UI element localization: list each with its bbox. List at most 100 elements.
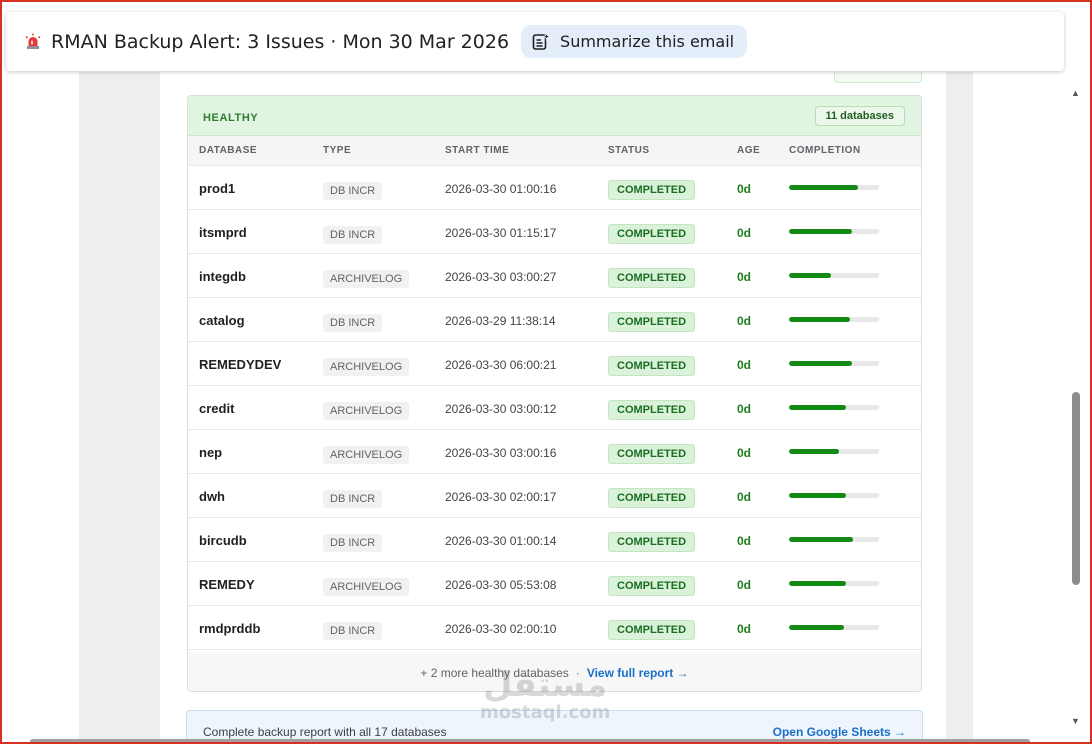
completion-bar bbox=[789, 625, 879, 630]
start-time: 2026-03-30 01:00:14 bbox=[445, 534, 557, 548]
healthy-section: HEALTHY 11 databases DATABASE TYPE START… bbox=[187, 95, 922, 692]
completion-bar-fill bbox=[789, 449, 840, 454]
backup-type-tag: DB INCR bbox=[323, 226, 383, 244]
column-header-database: DATABASE bbox=[199, 145, 258, 156]
start-time: 2026-03-30 03:00:12 bbox=[445, 402, 557, 416]
completion-bar bbox=[789, 273, 879, 278]
completion-bar-fill bbox=[789, 185, 859, 190]
completion-bar bbox=[789, 317, 879, 322]
status-badge: COMPLETED bbox=[608, 224, 696, 244]
column-header-age: AGE bbox=[737, 145, 761, 156]
completion-bar bbox=[789, 449, 879, 454]
status-badge: COMPLETED bbox=[608, 488, 696, 508]
completion-bar bbox=[789, 405, 879, 410]
age-value: 0d bbox=[737, 622, 752, 636]
completion-bar-fill bbox=[789, 317, 851, 322]
table-row: catalog DB INCR 2026-03-29 11:38:14 COMPLET… bbox=[188, 298, 921, 342]
healthy-section-header: HEALTHY 11 databases bbox=[188, 96, 921, 136]
open-google-sheets-link[interactable]: Open Google Sheets → bbox=[773, 725, 906, 739]
status-badge: COMPLETED bbox=[608, 444, 696, 464]
start-time: 2026-03-30 01:00:16 bbox=[445, 182, 557, 196]
previous-section-edge bbox=[834, 72, 922, 83]
database-name: itsmprd bbox=[199, 225, 247, 240]
watermark-arabic: مستقل bbox=[482, 665, 608, 705]
completion-bar-fill bbox=[789, 361, 852, 366]
backup-type-tag: ARCHIVELOG bbox=[323, 578, 410, 596]
completion-bar bbox=[789, 493, 879, 498]
age-value: 0d bbox=[737, 182, 752, 196]
database-count-badge: 11 databases bbox=[814, 105, 905, 126]
database-name: integdb bbox=[199, 269, 246, 284]
start-time: 2026-03-30 02:00:17 bbox=[445, 490, 557, 504]
age-value: 0d bbox=[737, 402, 752, 416]
completion-bar bbox=[789, 185, 879, 190]
completion-bar-fill bbox=[789, 229, 852, 234]
table-row: REMEDYDEV ARCHIVELOG 2026-03-30 06:00:21 CO… bbox=[188, 342, 921, 386]
age-value: 0d bbox=[737, 358, 752, 372]
healthy-title: HEALTHY bbox=[203, 111, 259, 124]
scroll-up-arrow-icon[interactable]: ▲ bbox=[1071, 88, 1080, 98]
backup-type-tag: DB INCR bbox=[323, 622, 383, 640]
completion-bar-fill bbox=[789, 273, 832, 278]
completion-bar-fill bbox=[789, 493, 846, 498]
start-time: 2026-03-29 11:38:14 bbox=[445, 314, 556, 328]
completion-bar bbox=[789, 581, 879, 586]
backup-type-tag: ARCHIVELOG bbox=[323, 358, 410, 376]
completion-bar-fill bbox=[789, 581, 846, 586]
table-body: prod1 DB INCR 2026-03-30 01:00:16 COMPLETED… bbox=[188, 166, 921, 650]
summarize-email-button[interactable]: Summarize this email bbox=[521, 25, 748, 58]
database-name: credit bbox=[199, 401, 235, 416]
scrollbar-thumb[interactable] bbox=[1072, 392, 1080, 585]
watermark: مستقل mostaql.com bbox=[480, 668, 610, 723]
table-row: dwh DB INCR 2026-03-30 02:00:17 COMPLETED 0d bbox=[188, 474, 921, 518]
database-name: rmdprddb bbox=[199, 621, 261, 636]
horizontal-scrollbar[interactable] bbox=[30, 739, 1030, 744]
email-subject: RMAN Backup Alert: 3 Issues · Mon 30 Mar… bbox=[51, 30, 510, 53]
completion-bar bbox=[789, 361, 879, 366]
start-time: 2026-03-30 03:00:27 bbox=[445, 270, 557, 284]
completion-bar bbox=[789, 229, 879, 234]
status-badge: COMPLETED bbox=[608, 356, 696, 376]
completion-bar-fill bbox=[789, 537, 853, 542]
siren-icon bbox=[25, 33, 41, 49]
backup-type-tag: DB INCR bbox=[323, 314, 383, 332]
database-name: dwh bbox=[199, 489, 225, 504]
age-value: 0d bbox=[737, 446, 752, 460]
start-time: 2026-03-30 06:00:21 bbox=[445, 358, 557, 372]
completion-bar-fill bbox=[789, 625, 844, 630]
completion-bar bbox=[789, 537, 879, 542]
backup-type-tag: DB INCR bbox=[323, 534, 383, 552]
table-row: REMEDY ARCHIVELOG 2026-03-30 05:53:08 COMPL… bbox=[188, 562, 921, 606]
status-badge: COMPLETED bbox=[608, 576, 696, 596]
backup-type-tag: DB INCR bbox=[323, 490, 383, 508]
email-canvas-right bbox=[946, 72, 973, 744]
report-info-text: Complete backup report with all 17 datab… bbox=[203, 725, 447, 739]
age-value: 0d bbox=[737, 490, 752, 504]
age-value: 0d bbox=[737, 270, 752, 284]
column-header-completion: COMPLETION bbox=[789, 145, 861, 156]
completion-bar-fill bbox=[789, 405, 846, 410]
table-row: rmdprddb DB INCR 2026-03-30 02:00:10 COMPLE… bbox=[188, 606, 921, 650]
start-time: 2026-03-30 01:15:17 bbox=[445, 226, 557, 240]
backup-type-tag: DB INCR bbox=[323, 182, 383, 200]
sparkle-document-icon bbox=[532, 31, 552, 50]
column-header-type: TYPE bbox=[323, 145, 352, 156]
status-badge: COMPLETED bbox=[608, 180, 696, 200]
table-row: integdb ARCHIVELOG 2026-03-30 03:00:27 COMP… bbox=[188, 254, 921, 298]
status-badge: COMPLETED bbox=[608, 268, 696, 288]
email-canvas-left bbox=[79, 72, 160, 744]
table-row: bircudb DB INCR 2026-03-30 01:00:14 COMPLET… bbox=[188, 518, 921, 562]
column-header-status: STATUS bbox=[608, 145, 650, 156]
backup-type-tag: ARCHIVELOG bbox=[323, 402, 410, 420]
database-name: catalog bbox=[199, 313, 245, 328]
table-row: itsmprd DB INCR 2026-03-30 01:15:17 COMPLET… bbox=[188, 210, 921, 254]
scroll-down-arrow-icon[interactable]: ▼ bbox=[1071, 716, 1080, 726]
column-header-start-time: START TIME bbox=[445, 145, 510, 156]
database-name: REMEDY bbox=[199, 577, 255, 592]
status-badge: COMPLETED bbox=[608, 532, 696, 552]
start-time: 2026-03-30 05:53:08 bbox=[445, 578, 557, 592]
status-badge: COMPLETED bbox=[608, 400, 696, 420]
age-value: 0d bbox=[737, 578, 752, 592]
age-value: 0d bbox=[737, 226, 752, 240]
table-row: nep ARCHIVELOG 2026-03-30 03:00:16 COMPLETE… bbox=[188, 430, 921, 474]
